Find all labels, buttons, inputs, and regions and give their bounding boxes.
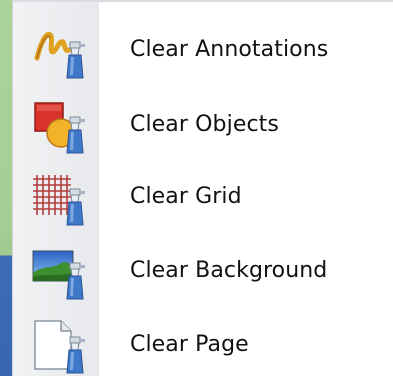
menu-item-label: Clear Objects — [130, 112, 279, 137]
menu-item-label: Clear Annotations — [130, 37, 329, 62]
clear-page-icon — [31, 317, 91, 375]
menu-item-clear-grid[interactable]: Clear Grid — [13, 163, 393, 231]
clear-grid-icon — [31, 169, 91, 227]
menu-item-clear-background[interactable]: Clear Background — [13, 237, 393, 305]
menu-item-label: Clear Background — [130, 258, 328, 283]
menu-item-label: Clear Grid — [130, 184, 242, 209]
menu-item-clear-annotations[interactable]: Clear Annotations — [13, 16, 393, 84]
menu-item-clear-objects[interactable]: Clear Objects — [13, 91, 393, 159]
menu-item-label: Clear Page — [130, 332, 249, 357]
menu-item-clear-page[interactable]: Clear Page — [13, 311, 393, 379]
background-window-edge — [0, 0, 12, 376]
clear-objects-icon — [31, 97, 91, 155]
clear-background-icon — [31, 243, 91, 301]
clear-annotations-icon — [31, 22, 91, 80]
clear-context-menu: Clear Annotations Clear Objects Clear Gr… — [12, 0, 393, 376]
menu-top-border — [13, 0, 393, 2]
